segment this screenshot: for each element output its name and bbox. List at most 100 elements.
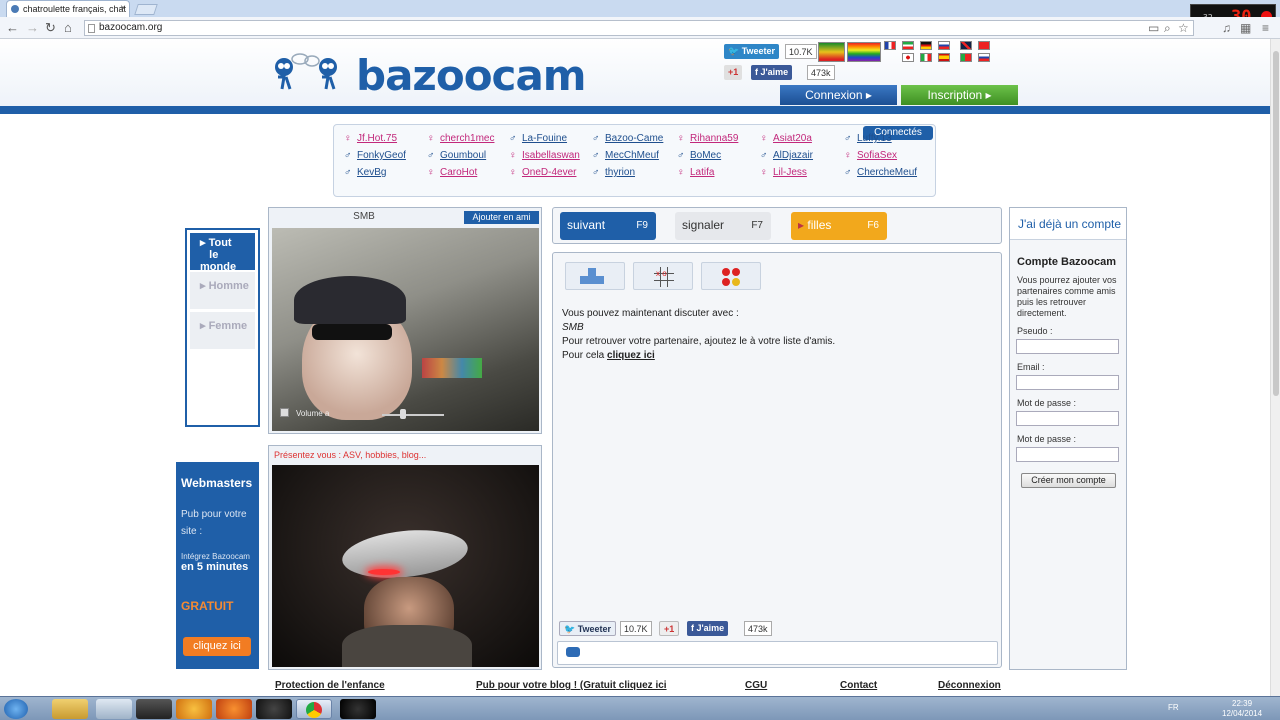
self-intro-hint[interactable]: Présentez vous : ASV, hobbies, blog... (274, 450, 426, 460)
chat-input[interactable] (557, 641, 998, 665)
zoom-icon[interactable]: ⌕ (1164, 21, 1171, 36)
reload-icon[interactable]: ↻ (45, 20, 56, 36)
connected-user[interactable]: ♀ Isabellaswan (509, 150, 580, 161)
steam-icon[interactable] (256, 699, 292, 719)
webmasters-cta-button[interactable]: cliquez ici (183, 637, 251, 656)
start-button-icon[interactable] (4, 699, 28, 719)
music-icon[interactable]: ♫ (1222, 21, 1231, 35)
create-account-button[interactable]: Créer mon compte (1021, 473, 1116, 488)
email-field[interactable] (1016, 375, 1119, 390)
chrome-icon[interactable] (296, 699, 332, 719)
app-icon[interactable] (136, 699, 172, 719)
gplus-button[interactable]: +1 (724, 65, 743, 80)
connected-user[interactable]: ♀ Asiat20a (760, 133, 812, 144)
site-logo[interactable]: bazoocam (356, 51, 587, 100)
firefox-icon[interactable] (216, 699, 252, 719)
flag-uk-icon[interactable] (960, 41, 972, 50)
explorer-icon[interactable] (52, 699, 88, 719)
system-clock[interactable]: 22:39 12/04/2014 (1222, 699, 1262, 719)
chat-tweet-button[interactable]: 🐦 Tweeter (559, 621, 617, 636)
connected-user[interactable]: ♀ Lil-Jess (760, 167, 807, 178)
girls-button[interactable]: ▸ filles F6 (791, 212, 887, 240)
flag-pt-icon[interactable] (960, 53, 972, 62)
flag-es-icon[interactable] (938, 53, 950, 62)
connected-user[interactable]: ♀ Latifa (677, 167, 714, 178)
connected-user[interactable]: ♀ Rihanna59 (677, 133, 738, 144)
home-icon[interactable]: ⌂ (64, 20, 72, 35)
tictactoe-game-icon[interactable]: x o (633, 262, 693, 290)
reader-icon[interactable]: ▭ (1148, 21, 1159, 35)
scrollbar-thumb[interactable] (1273, 51, 1279, 396)
menu-icon[interactable]: ≡ (1262, 21, 1269, 35)
flag-rainbow-icon[interactable] (847, 42, 881, 62)
flag-fr-icon[interactable] (884, 41, 896, 50)
flag-ru-icon[interactable] (938, 41, 950, 50)
tweet-button[interactable]: 🐦 Tweeter (724, 44, 780, 59)
flag-it-icon[interactable] (920, 53, 932, 62)
flag-ir-icon[interactable] (902, 41, 914, 50)
close-tab-icon[interactable]: × (120, 3, 126, 14)
male-icon: ♂ (677, 150, 685, 161)
connected-user[interactable]: ♂ BoMec (677, 150, 721, 161)
connected-user[interactable]: ♂ KevBg (344, 167, 386, 178)
language-indicator[interactable]: FR (1168, 703, 1179, 712)
footer-blog-ad-link[interactable]: Pub pour votre blog ! (Gratuit cliquez i… (476, 680, 667, 691)
footer-cgu-link[interactable]: CGU (745, 680, 767, 691)
back-icon[interactable]: ← (6, 20, 19, 35)
chat-gplus-button[interactable]: +1 (659, 621, 680, 636)
partner-books (422, 358, 482, 378)
connected-user[interactable]: ♀ CaroHot (427, 167, 477, 178)
have-account-link[interactable]: J'ai déjà un compte (1010, 208, 1126, 240)
connected-user[interactable]: ♂ MecChMeuf (592, 150, 659, 161)
connected-user[interactable]: ♂ ChercheMeuf (844, 167, 917, 178)
filter-men-button[interactable]: ▸ Homme (190, 272, 255, 309)
chat-click-here-link[interactable]: cliquez ici (607, 350, 655, 361)
flag-de-icon[interactable] (920, 41, 932, 50)
connected-user[interactable]: ♂ Goumboul (427, 150, 486, 161)
add-friend-button[interactable]: Ajouter en ami (464, 211, 539, 224)
connected-user[interactable]: ♂ La-Fouine (509, 133, 567, 144)
obs-icon[interactable] (340, 699, 376, 719)
chat-fb-like-button[interactable]: f J'aime (687, 621, 729, 636)
tool-icon[interactable] (96, 699, 132, 719)
flag-tr-icon[interactable] (978, 41, 990, 50)
flag-ru2-icon[interactable] (978, 53, 990, 62)
address-bar[interactable]: bazoocam.org (84, 20, 1194, 36)
connected-user[interactable]: ♀ cherch1mec (427, 133, 494, 144)
next-button[interactable]: suivant F9 (560, 212, 656, 240)
password-confirm-field[interactable] (1016, 447, 1119, 462)
connected-user[interactable]: ♀ Jf.Hot.75 (344, 133, 397, 144)
report-button[interactable]: signaler F7 (675, 212, 771, 240)
connected-user[interactable]: ♀ SofiaSex (844, 150, 897, 161)
connected-user[interactable]: ♂ Bazoo-Came (592, 133, 663, 144)
flag-africa-icon[interactable] (818, 42, 845, 62)
connected-user[interactable]: ♂ AlDjazair (760, 150, 813, 161)
password-field[interactable] (1016, 411, 1119, 426)
browser-tab[interactable]: chatroulette français, chat × (6, 0, 130, 17)
extension-icon[interactable]: ▦ (1240, 21, 1251, 35)
volume-checkbox[interactable] (280, 408, 289, 417)
connected-user[interactable]: ♂ thyrion (592, 167, 635, 178)
connect4-game-icon[interactable] (701, 262, 761, 290)
page-scrollbar[interactable] (1270, 39, 1280, 696)
footer-child-protection-link[interactable]: Protection de l'enfance (275, 680, 385, 691)
volume-slider[interactable] (382, 414, 444, 416)
star-icon[interactable]: ☆ (1178, 21, 1189, 35)
fb-like-button[interactable]: f J'aime (751, 65, 793, 80)
volume-slider-handle[interactable] (400, 409, 406, 419)
footer-contact-link[interactable]: Contact (840, 680, 877, 691)
connexion-button[interactable]: Connexion ▸ (780, 85, 897, 105)
inscription-button[interactable]: Inscription ▸ (901, 85, 1018, 105)
pseudo-field[interactable] (1016, 339, 1119, 354)
connected-user[interactable]: ♂ FonkyGeof (344, 150, 406, 161)
filter-all-button[interactable]: ▸ Tout le monde (190, 233, 255, 273)
flag-jp-icon[interactable] (902, 53, 914, 62)
tetris-game-icon[interactable] (565, 262, 625, 290)
footer-logout-link[interactable]: Déconnexion (938, 680, 1001, 691)
connected-user[interactable]: ♀ OneD-4ever (509, 167, 576, 178)
filter-women-button[interactable]: ▸ Femme (190, 312, 255, 349)
new-tab-button[interactable] (134, 4, 158, 15)
forward-icon[interactable]: → (26, 20, 39, 35)
media-player-icon[interactable] (176, 699, 212, 719)
connected-user[interactable]: ♂ Luffy.13 (844, 133, 892, 144)
